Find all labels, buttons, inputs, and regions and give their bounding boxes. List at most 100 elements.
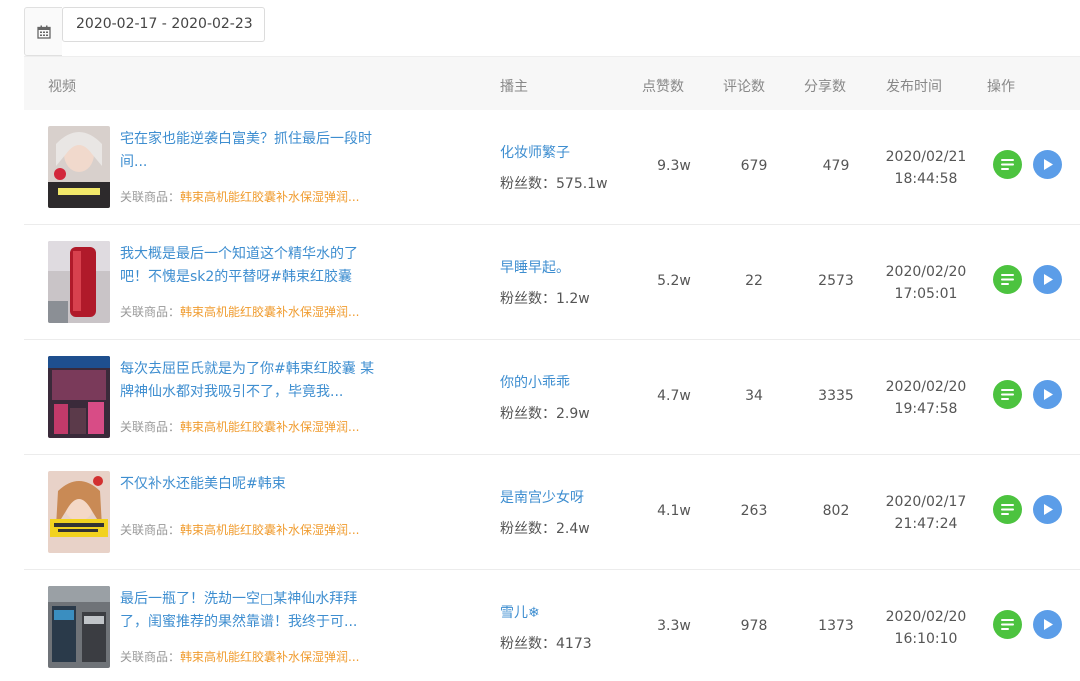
- row-actions: [993, 150, 1062, 179]
- publish-clock: 16:10:10: [894, 631, 958, 647]
- product-name[interactable]: 韩束高机能红胶囊补水保湿弹润...: [180, 305, 359, 319]
- author-name[interactable]: 你的小乖乖: [500, 372, 570, 392]
- date-range-picker[interactable]: 2020-02-17 - 2020-02-23: [24, 7, 265, 56]
- likes-count: 4.1w: [657, 503, 691, 519]
- header-shares[interactable]: 分享数: [804, 76, 846, 96]
- video-title[interactable]: 我大概是最后一个知道这个精华水的了吧！不愧是sk2的平替呀#韩束红胶囊: [120, 243, 380, 289]
- fans-count: 粉丝数：4173: [500, 636, 592, 652]
- comments-count: 263: [740, 503, 768, 519]
- publish-date: 2020/02/17: [885, 494, 967, 510]
- header-likes[interactable]: 点赞数: [642, 76, 684, 96]
- header-publish-time[interactable]: 发布时间: [886, 76, 942, 96]
- author-name[interactable]: 是南宫少女呀: [500, 487, 584, 507]
- product-name[interactable]: 韩束高机能红胶囊补水保湿弹润...: [180, 523, 359, 537]
- video-title[interactable]: 最后一瓶了！洗劫一空□某神仙水拜拜了，闺蜜推荐的果然靠谱！我终于可...: [120, 588, 380, 634]
- fans-count: 粉丝数：2.4w: [500, 521, 590, 537]
- detail-button[interactable]: [993, 610, 1022, 639]
- publish-time: 2020/02/20 16:10:10: [880, 606, 972, 650]
- shares-count: 3335: [818, 388, 854, 404]
- play-icon: [1043, 619, 1053, 630]
- row-actions: [993, 265, 1062, 294]
- product-label: 关联商品：: [120, 523, 181, 537]
- table-row: 我大概是最后一个知道这个精华水的了吧！不愧是sk2的平替呀#韩束红胶囊 关联商品…: [24, 225, 1080, 340]
- table-row: 宅在家也能逆袭白富美？抓住最后一段时间... 关联商品：韩束高机能红胶囊补水保湿…: [24, 110, 1080, 225]
- likes-count: 3.3w: [657, 618, 691, 634]
- product-name[interactable]: 韩束高机能红胶囊补水保湿弹润...: [180, 190, 359, 204]
- fans-count: 粉丝数：2.9w: [500, 406, 590, 422]
- video-thumbnail[interactable]: [48, 471, 110, 553]
- shares-count: 479: [822, 158, 850, 174]
- play-icon: [1043, 159, 1053, 170]
- likes-count: 5.2w: [657, 273, 691, 289]
- product-name[interactable]: 韩束高机能红胶囊补水保湿弹润...: [180, 650, 359, 664]
- comments-count: 679: [740, 158, 768, 174]
- detail-button[interactable]: [993, 495, 1022, 524]
- author-name[interactable]: 化妆师繁子: [500, 142, 570, 162]
- author-name[interactable]: 早睡早起。: [500, 257, 570, 277]
- row-actions: [993, 610, 1062, 639]
- calendar-icon: [36, 25, 51, 39]
- date-range-input[interactable]: 2020-02-17 - 2020-02-23: [62, 7, 265, 42]
- publish-date: 2020/02/20: [885, 264, 967, 280]
- video-thumbnail[interactable]: [48, 356, 110, 438]
- video-title[interactable]: 宅在家也能逆袭白富美？抓住最后一段时间...: [120, 128, 380, 174]
- header-author: 播主: [500, 79, 528, 95]
- list-icon: [1001, 389, 1014, 400]
- fans-count: 粉丝数：575.1w: [500, 176, 608, 192]
- comments-count: 22: [745, 273, 763, 289]
- product-label: 关联商品：: [120, 190, 181, 204]
- play-button[interactable]: [1033, 610, 1062, 639]
- video-title[interactable]: 不仅补水还能美白呢#韩束: [120, 473, 380, 496]
- shares-count: 2573: [818, 273, 854, 289]
- play-icon: [1043, 389, 1053, 400]
- publish-clock: 19:47:58: [894, 401, 958, 417]
- list-icon: [1001, 504, 1014, 515]
- comments-count: 34: [745, 388, 763, 404]
- fans-count: 粉丝数：1.2w: [500, 291, 590, 307]
- video-thumbnail[interactable]: [48, 586, 110, 668]
- list-icon: [1001, 159, 1014, 170]
- product-label: 关联商品：: [120, 305, 181, 319]
- detail-button[interactable]: [993, 380, 1022, 409]
- comments-count: 978: [740, 618, 768, 634]
- header-video: 视频: [48, 79, 76, 95]
- detail-button[interactable]: [993, 150, 1022, 179]
- detail-button[interactable]: [993, 265, 1022, 294]
- likes-count: 9.3w: [657, 158, 691, 174]
- play-icon: [1043, 504, 1053, 515]
- shares-count: 1373: [818, 618, 854, 634]
- publish-time: 2020/02/21 18:44:58: [880, 146, 972, 190]
- row-actions: [993, 495, 1062, 524]
- publish-clock: 18:44:58: [894, 171, 958, 187]
- play-button[interactable]: [1033, 495, 1062, 524]
- row-actions: [993, 380, 1062, 409]
- play-button[interactable]: [1033, 380, 1062, 409]
- author-name[interactable]: 雪儿❄: [500, 602, 540, 622]
- video-title[interactable]: 每次去屈臣氏就是为了你#韩束红胶囊 某牌神仙水都对我吸引不了，毕竟我...: [120, 358, 380, 404]
- product-label: 关联商品：: [120, 650, 181, 664]
- list-icon: [1001, 619, 1014, 630]
- play-button[interactable]: [1033, 150, 1062, 179]
- list-icon: [1001, 274, 1014, 285]
- video-thumbnail[interactable]: [48, 126, 110, 208]
- publish-time: 2020/02/17 21:47:24: [880, 491, 972, 535]
- publish-date: 2020/02/20: [885, 609, 967, 625]
- header-comments[interactable]: 评论数: [723, 76, 765, 96]
- publish-clock: 21:47:24: [894, 516, 958, 532]
- shares-count: 802: [822, 503, 850, 519]
- table-row: 每次去屈臣氏就是为了你#韩束红胶囊 某牌神仙水都对我吸引不了，毕竟我... 关联…: [24, 340, 1080, 455]
- likes-count: 4.7w: [657, 388, 691, 404]
- table-row: 不仅补水还能美白呢#韩束 关联商品：韩束高机能红胶囊补水保湿弹润... 是南宫少…: [24, 455, 1080, 570]
- table-row: 最后一瓶了！洗劫一空□某神仙水拜拜了，闺蜜推荐的果然靠谱！我终于可... 关联商…: [24, 570, 1080, 681]
- product-name[interactable]: 韩束高机能红胶囊补水保湿弹润...: [180, 420, 359, 434]
- publish-clock: 17:05:01: [894, 286, 958, 302]
- play-button[interactable]: [1033, 265, 1062, 294]
- publish-date: 2020/02/21: [885, 149, 967, 165]
- play-icon: [1043, 274, 1053, 285]
- publish-time: 2020/02/20 19:47:58: [880, 376, 972, 420]
- publish-date: 2020/02/20: [885, 379, 967, 395]
- product-label: 关联商品：: [120, 420, 181, 434]
- calendar-button[interactable]: [24, 7, 62, 56]
- video-thumbnail[interactable]: [48, 241, 110, 323]
- publish-time: 2020/02/20 17:05:01: [880, 261, 972, 305]
